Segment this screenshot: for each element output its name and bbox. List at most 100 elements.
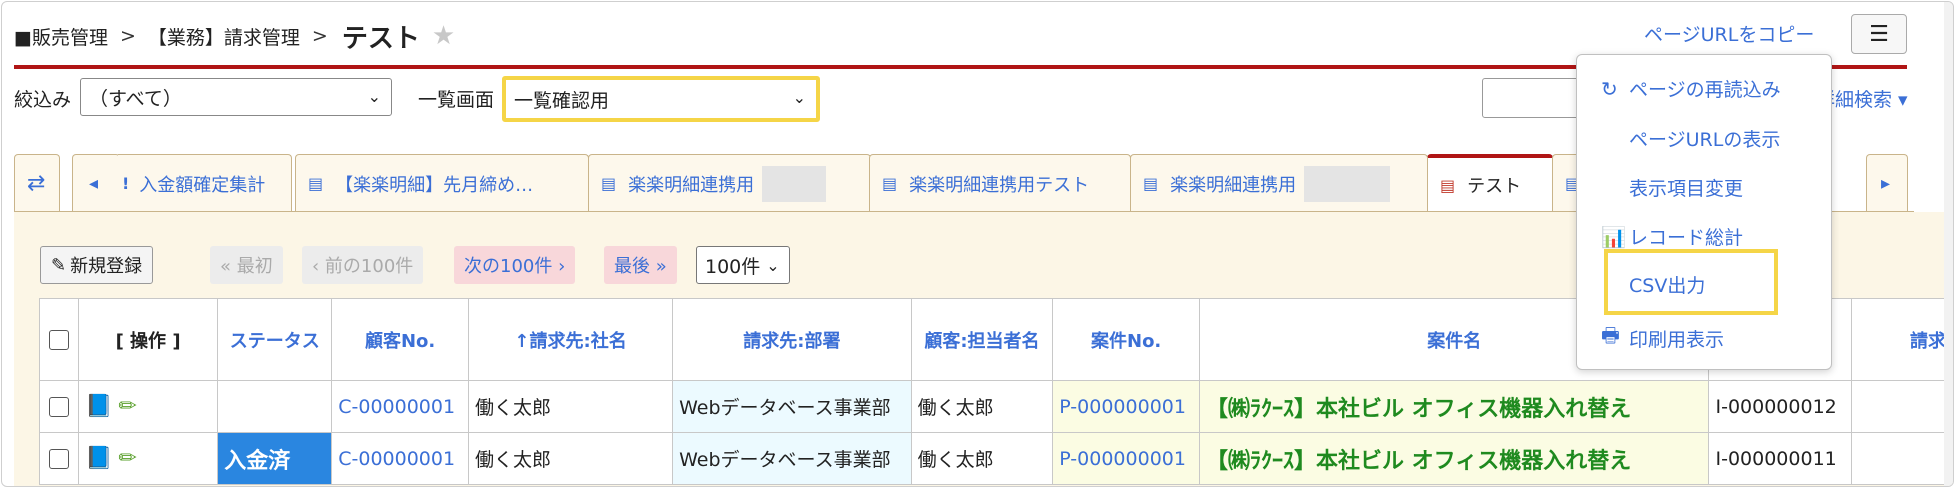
- menu-item-show-url[interactable]: ページURLの表示: [1601, 125, 1780, 152]
- table-row: 📘 ✏ 入金済 C-00000001 働く太郎 Webデータベース事業部 働く太郎…: [39, 432, 1953, 485]
- hamburger-menu-button[interactable]: ☰: [1851, 14, 1907, 54]
- row-select-cell: [39, 432, 79, 485]
- tab-label: 【楽楽明細】先月締め…: [335, 174, 534, 196]
- new-record-button[interactable]: ✎ 新規登録: [40, 246, 154, 284]
- filter-label: 絞込み: [14, 89, 72, 111]
- status-badge: 入金済: [217, 432, 333, 485]
- caret-right-icon: ▸: [1881, 173, 1891, 194]
- new-record-label: 新規登録: [70, 256, 143, 277]
- contact-cell: 働く太郎: [910, 432, 1054, 485]
- col-contact[interactable]: 顧客:担当者名: [910, 298, 1054, 381]
- col-customer-no[interactable]: 顧客No.: [331, 298, 469, 381]
- tab-scroll-right-button[interactable]: ▸: [1866, 154, 1908, 212]
- tab-switch-button[interactable]: ⇄: [14, 154, 60, 212]
- case-no-link[interactable]: P-000000001: [1052, 432, 1201, 485]
- next-page-button[interactable]: 次の100件 ›: [454, 246, 576, 284]
- vertical-scrollbar[interactable]: [1944, 2, 1953, 486]
- menu-item-label: ページの再読込み: [1629, 79, 1781, 101]
- list-icon: ▤: [882, 174, 898, 193]
- per-page-value: 100件: [705, 255, 761, 278]
- dept-cell: Webデータベース事業部: [672, 380, 912, 433]
- status-cell: [217, 380, 333, 433]
- menu-item-label: ページURLの表示: [1629, 129, 1781, 151]
- listview-label: 一覧画面: [418, 89, 495, 111]
- case-name-cell: 【㈱ﾗｸｰｽ】本社ビル オフィス機器入れ替え: [1199, 432, 1710, 485]
- op-cell: 📘 ✏: [77, 380, 219, 433]
- copy-url-link[interactable]: ページURLをコピー: [1644, 20, 1814, 47]
- tab-rakuraku-renkei-2[interactable]: ▤ 楽楽明細連携用: [1130, 154, 1428, 212]
- menu-item-label: 印刷用表示: [1629, 328, 1725, 351]
- company-cell: 働く太郎: [467, 432, 674, 485]
- select-all-checkbox[interactable]: [48, 330, 69, 350]
- chevron-down-icon: ⌄: [367, 87, 381, 106]
- breadcrumb-parent[interactable]: 【業務】請求管理: [148, 23, 300, 50]
- bar-chart-icon: 📊: [1601, 224, 1626, 249]
- col-case-no[interactable]: 案件No.: [1052, 298, 1201, 381]
- row-checkbox[interactable]: [48, 449, 69, 469]
- case-no-link[interactable]: P-000000001: [1052, 380, 1201, 433]
- prev-page-button: ‹ 前の100件: [302, 246, 424, 284]
- col-last[interactable]: 請求: [1851, 298, 1953, 381]
- customer-no-link[interactable]: C-00000001: [331, 432, 469, 485]
- tab-label: 楽楽明細連携用: [1170, 174, 1297, 196]
- tab-label: 入金額確定集計: [139, 174, 266, 196]
- list-icon: ▤: [601, 174, 617, 193]
- tab-rakuraku-renkei[interactable]: ▤ 楽楽明細連携用: [588, 154, 871, 212]
- tab-rakuraku-prev[interactable]: ▤ 【楽楽明細】先月締め…: [295, 154, 589, 212]
- search-input[interactable]: [1482, 78, 1582, 118]
- book-icon[interactable]: 📘: [85, 394, 112, 419]
- tab-label: 楽楽明細連携用: [628, 174, 755, 196]
- book-icon[interactable]: 📘: [85, 446, 112, 471]
- last-cell: [1851, 432, 1953, 485]
- menu-item-csv[interactable]: CSV出力: [1601, 271, 1705, 298]
- hamburger-icon: ☰: [1869, 21, 1889, 47]
- col-op: [ 操作 ]: [77, 298, 219, 381]
- tab-scroll-left-button[interactable]: ◂: [72, 154, 120, 212]
- dept-cell: Webデータベース事業部: [672, 432, 912, 485]
- breadcrumb-separator: >: [119, 25, 136, 47]
- listview-select[interactable]: 一覧確認用 ⌄: [502, 76, 820, 122]
- menu-item-stats[interactable]: 📊 レコード総計: [1601, 223, 1743, 250]
- row-checkbox[interactable]: [48, 397, 69, 417]
- menu-item-reload[interactable]: ↻ ページの再読込み: [1601, 75, 1781, 102]
- filter-select[interactable]: （すべて） ⌄: [80, 78, 392, 116]
- col-status[interactable]: ステータス: [217, 298, 333, 381]
- chevron-down-icon: ⌄: [792, 88, 806, 107]
- printer-icon: 🖶: [1601, 323, 1620, 347]
- tab-rakuraku-test[interactable]: ▤ 楽楽明細連携用テスト: [869, 154, 1131, 212]
- contact-cell: 働く太郎: [910, 380, 1054, 433]
- breadcrumb-separator: >: [311, 25, 328, 47]
- invoice-no-cell: I-000000011: [1708, 432, 1853, 485]
- breadcrumb: ■販売管理 > 【業務】請求管理 > テスト ★: [14, 16, 455, 56]
- star-icon[interactable]: ★: [432, 21, 455, 51]
- tab-test-active[interactable]: ▤ テスト: [1427, 154, 1553, 212]
- page-menu-dropdown: ↻ ページの再読込み ページURLの表示 表示項目変更 📊 レコード総計 CSV…: [1576, 54, 1832, 370]
- menu-item-label: 表示項目変更: [1629, 178, 1744, 200]
- menu-item-print[interactable]: 🖶 印刷用表示: [1601, 321, 1724, 355]
- invoice-no-cell: I-000000012: [1708, 380, 1853, 433]
- swap-icon: ⇄: [27, 171, 46, 196]
- breadcrumb-root[interactable]: ■販売管理: [14, 23, 108, 50]
- per-page-select[interactable]: 100件 ⌄: [696, 246, 790, 284]
- last-page-button[interactable]: 最後 »: [604, 246, 677, 284]
- menu-item-label: CSV出力: [1629, 275, 1706, 297]
- page-title: テスト: [341, 23, 420, 54]
- chevron-down-icon: ⌄: [766, 255, 780, 275]
- customer-no-link[interactable]: C-00000001: [331, 380, 469, 433]
- reload-icon: ↻: [1601, 76, 1618, 101]
- col-company[interactable]: ↑請求先:社名: [467, 298, 674, 381]
- pencil-icon[interactable]: ✏: [118, 394, 136, 419]
- list-icon: ▤: [1440, 175, 1456, 195]
- listview-select-value: 一覧確認用: [514, 89, 610, 112]
- list-icon: ▤: [1143, 174, 1159, 193]
- menu-item-columns[interactable]: 表示項目変更: [1601, 174, 1743, 201]
- first-page-button: « 最初: [210, 246, 283, 284]
- col-dept[interactable]: 請求先:部署: [672, 298, 912, 381]
- exclamation-icon: !: [122, 174, 130, 193]
- redacted-block: [762, 165, 827, 202]
- tab-label: テスト: [1467, 176, 1522, 197]
- tab-nyukin[interactable]: ! 入金額確定集計: [118, 154, 292, 212]
- pencil-icon[interactable]: ✏: [118, 446, 136, 471]
- select-all-cell: [39, 298, 79, 381]
- table-row: 📘 ✏ C-00000001 働く太郎 Webデータベース事業部 働く太郎 P-0…: [39, 380, 1953, 433]
